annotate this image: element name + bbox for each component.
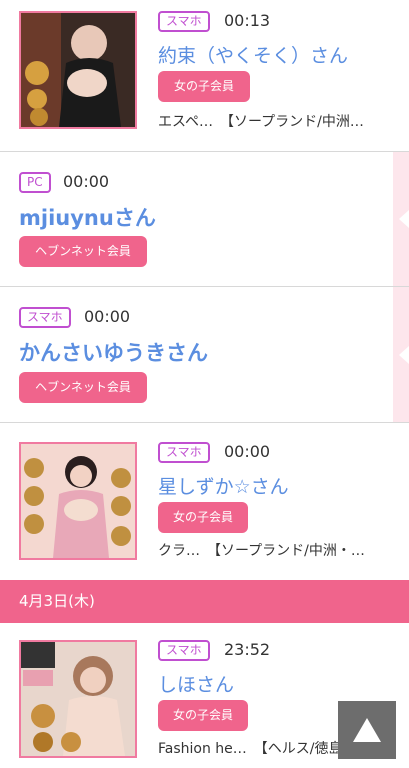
user-name[interactable]: 約束（やくそく）さん (158, 41, 348, 68)
post-time: 00:00 (84, 307, 131, 326)
post-time: 00:00 (63, 172, 110, 191)
list-item[interactable]: スマホ 00:00 かんさいゆうきさん ヘブンネット会員 (0, 287, 409, 423)
profile-photo[interactable] (19, 442, 137, 560)
arrow-up-icon (353, 718, 381, 742)
list-item[interactable]: PC 00:00 mjiuynuさん ヘブンネット会員 (0, 152, 409, 287)
user-name[interactable]: 星しずか☆さん (158, 472, 289, 499)
member-type-badge: 女の子会員 (158, 700, 248, 731)
shop-info[interactable]: Fashion he… 【ヘルス/徳島… (158, 738, 357, 758)
list-item[interactable]: スマホ 00:13 約束（やくそく）さん 女の子会員 エスペ… 【ソープランド/… (0, 0, 409, 152)
post-time: 00:13 (224, 11, 271, 30)
device-badge: スマホ (19, 307, 71, 328)
back-to-top-button[interactable] (338, 701, 396, 759)
member-type-badge: 女の子会員 (158, 502, 248, 533)
shop-info[interactable]: エスペ… 【ソープランド/中洲… (158, 111, 364, 131)
profile-photo[interactable] (19, 640, 137, 758)
user-name[interactable]: かんさいゆうきさん (19, 337, 208, 367)
list-item[interactable]: スマホ 00:00 星しずか☆さん 女の子会員 クラ… 【ソープランド/中洲・… (0, 423, 409, 580)
device-badge: スマホ (158, 640, 210, 661)
post-time: 00:00 (224, 442, 271, 461)
device-badge: PC (19, 172, 51, 193)
user-name[interactable]: しほさん (158, 670, 234, 697)
post-time: 23:52 (224, 640, 271, 659)
user-name[interactable]: mjiuynuさん (19, 202, 156, 232)
member-type-badge: 女の子会員 (158, 71, 250, 102)
device-badge: スマホ (158, 442, 210, 463)
member-type-badge: ヘブンネット会員 (19, 236, 147, 267)
device-badge: スマホ (158, 11, 210, 32)
shop-info[interactable]: クラ… 【ソープランド/中洲・… (158, 540, 365, 560)
profile-photo[interactable] (19, 11, 137, 129)
date-header: 4月3日(木) (0, 580, 409, 623)
member-type-badge: ヘブンネット会員 (19, 372, 147, 403)
